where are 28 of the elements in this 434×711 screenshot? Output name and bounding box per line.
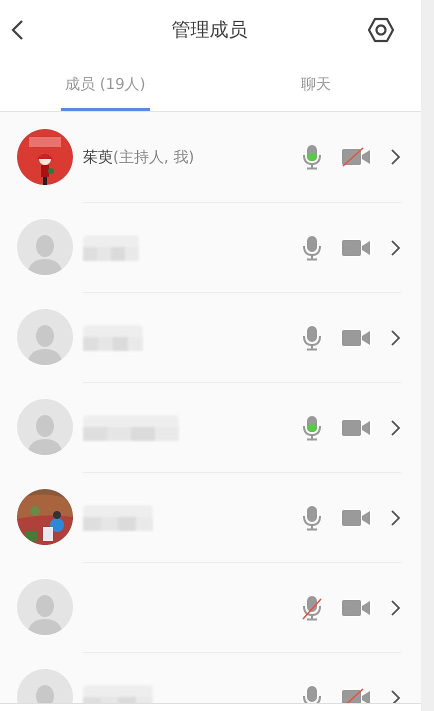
microphone-icon[interactable] [301,144,323,170]
chevron-right-icon[interactable] [389,328,401,346]
chevron-right-icon[interactable] [389,598,401,616]
microphone-icon[interactable] [301,324,323,350]
chevron-right-icon[interactable] [389,148,401,166]
camera-icon[interactable] [341,418,371,438]
blurred-name [83,234,139,260]
member-name: 茱萸 [83,146,113,168]
camera-off-icon[interactable] [341,688,371,703]
microphone-icon[interactable] [301,234,323,260]
blurred-name [83,324,143,350]
chevron-right-icon[interactable] [389,418,401,436]
camera-icon[interactable] [341,328,371,348]
blurred-name [83,504,153,530]
member-role: (主持人, 我) [113,146,194,168]
chevron-right-icon[interactable] [389,238,401,256]
muted-mic-icon[interactable] [301,594,323,620]
settings-icon[interactable] [367,16,395,44]
camera-icon[interactable] [341,598,371,618]
microphone-icon[interactable] [301,504,323,530]
chevron-right-icon[interactable] [389,688,401,703]
microphone-icon[interactable] [301,414,323,440]
camera-off-icon[interactable] [341,147,371,167]
chevron-right-icon[interactable] [389,508,401,526]
page-title: 管理成员 [172,18,248,43]
camera-icon[interactable] [341,508,371,528]
tab[interactable]: 聊天 [296,60,335,111]
camera-icon[interactable] [341,238,371,258]
